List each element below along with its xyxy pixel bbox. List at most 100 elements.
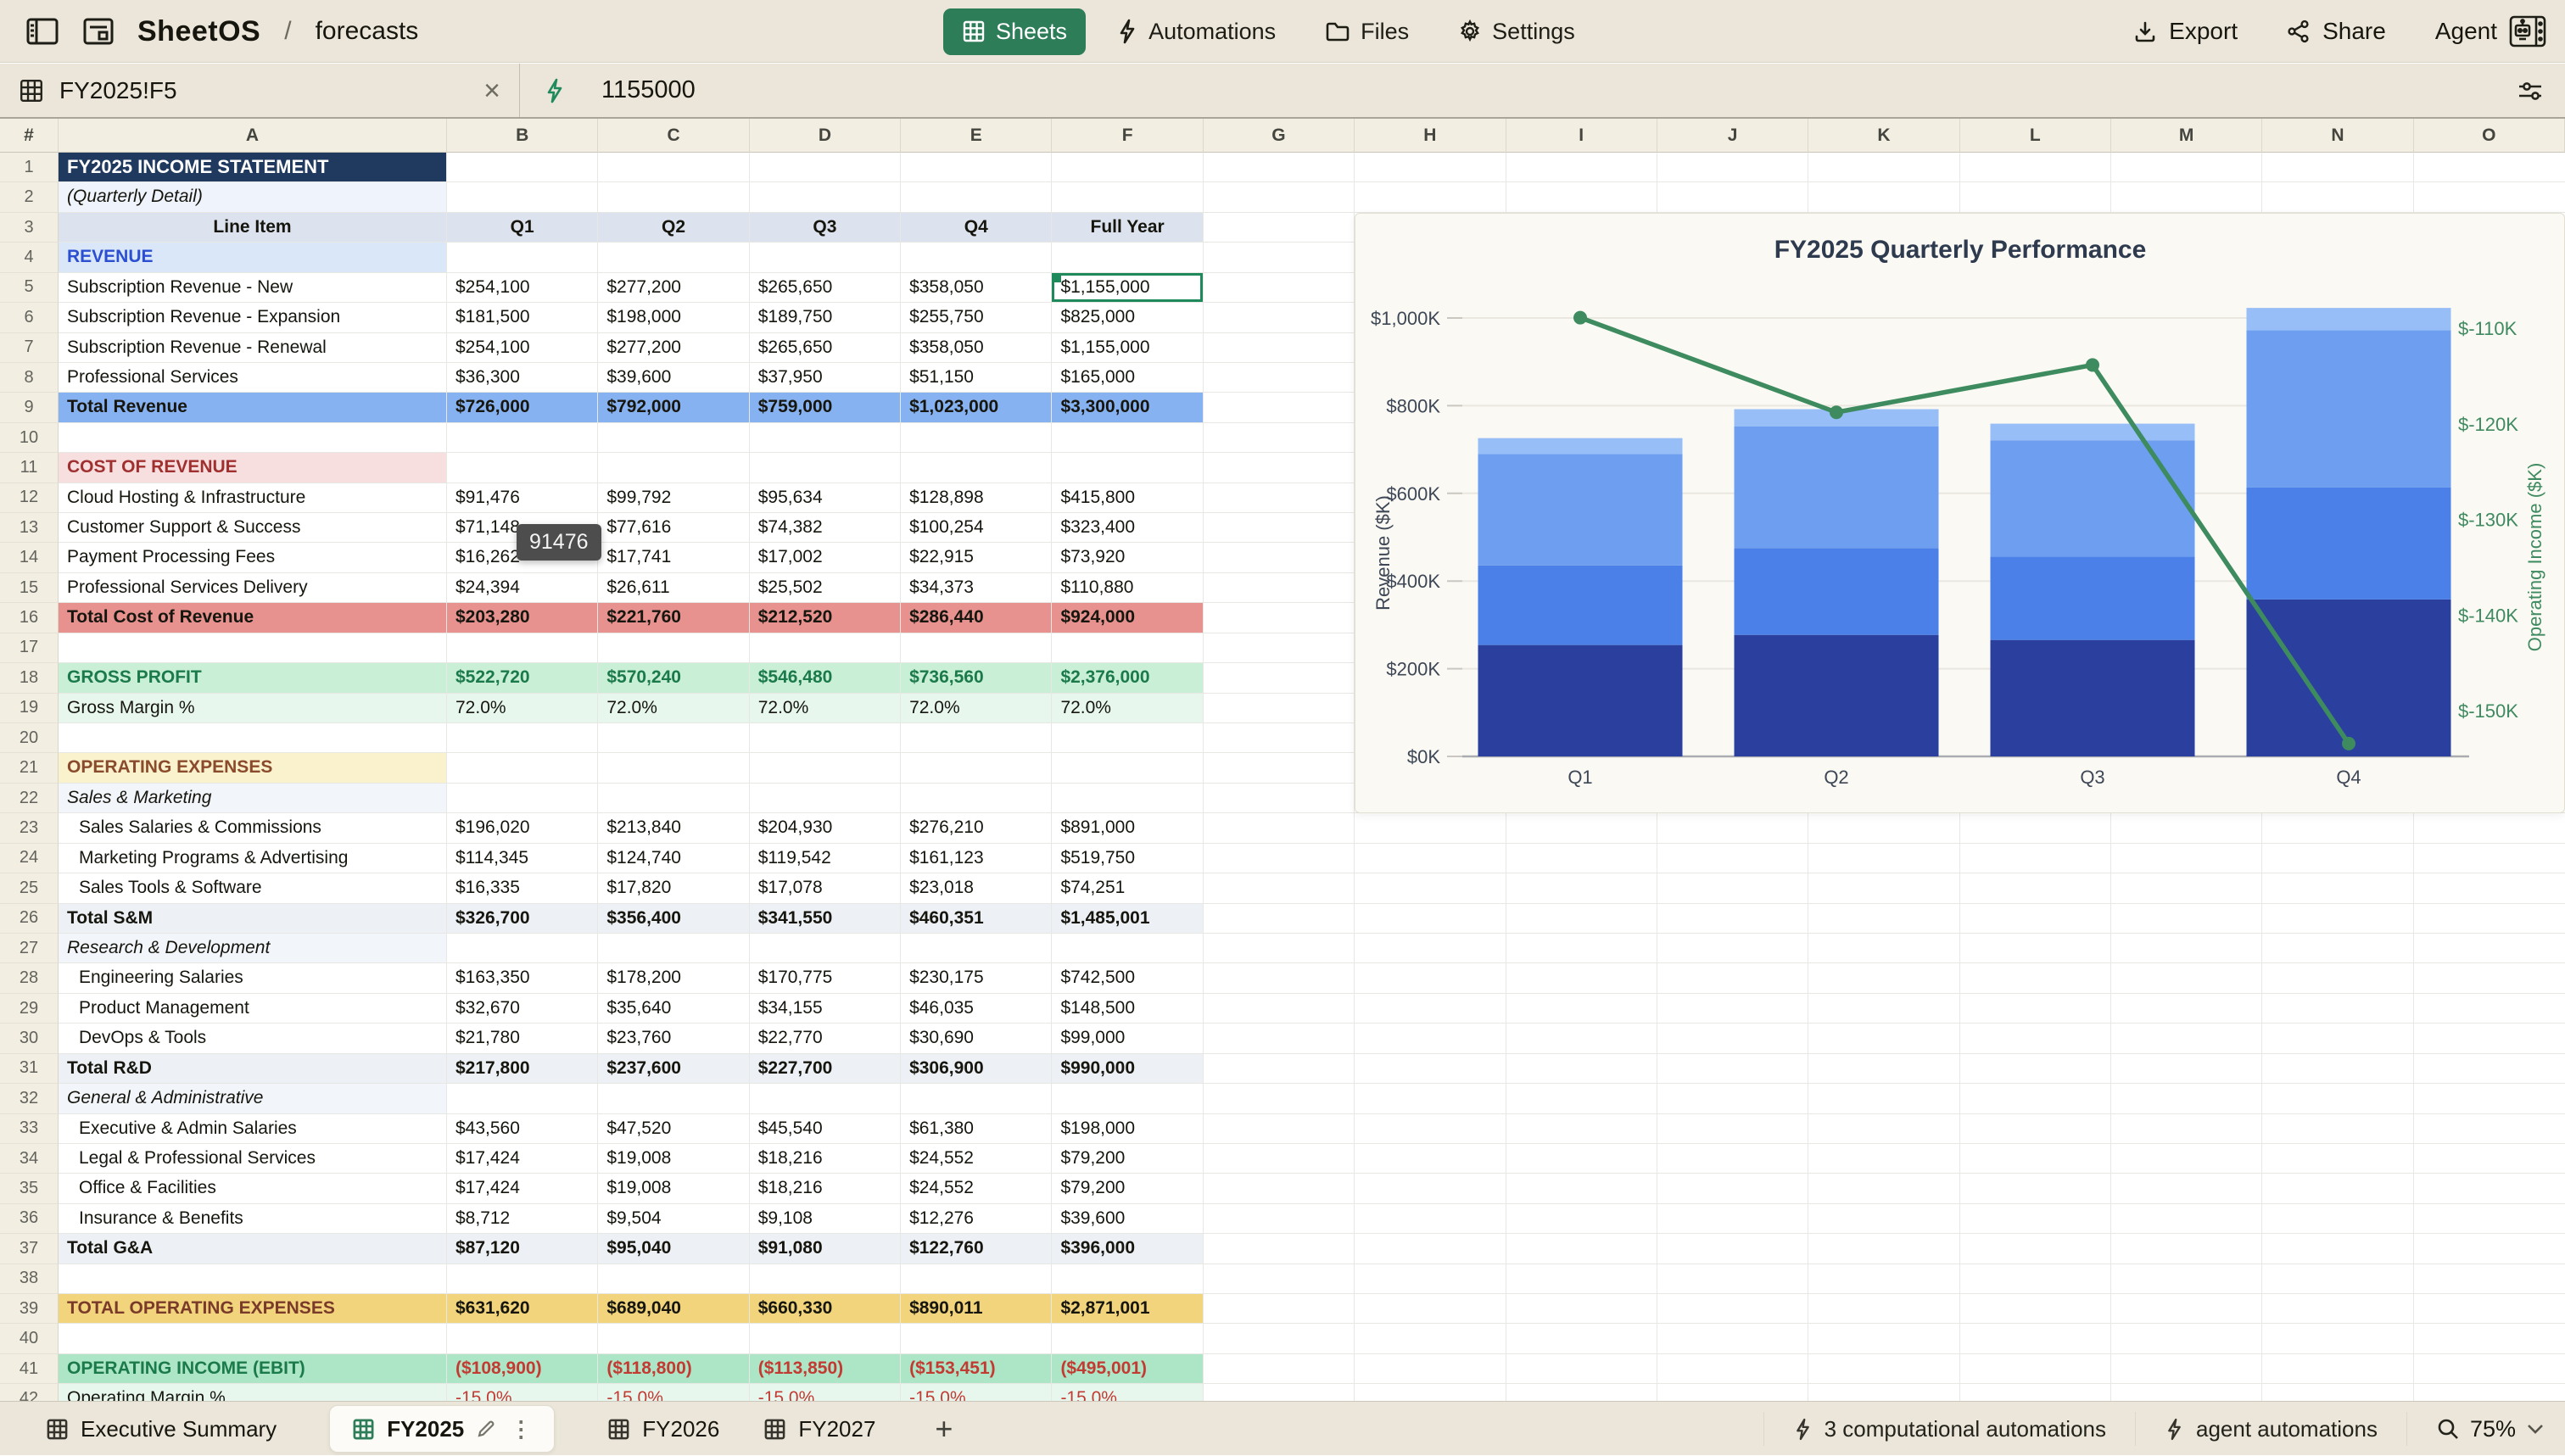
cell-L30[interactable] bbox=[1960, 1024, 2111, 1053]
cell-K26[interactable] bbox=[1808, 904, 1959, 934]
cell-N34[interactable] bbox=[2262, 1144, 2413, 1174]
cell-H41[interactable] bbox=[1355, 1354, 1506, 1384]
cell-E5[interactable]: $358,050 bbox=[901, 273, 1052, 303]
row-number-16[interactable]: 16 bbox=[0, 603, 59, 633]
cell-E25[interactable]: $23,018 bbox=[901, 873, 1052, 903]
cell-A41[interactable]: OPERATING INCOME (EBIT) bbox=[59, 1354, 447, 1384]
cell-I28[interactable] bbox=[1506, 963, 1657, 993]
cell-B24[interactable]: $114,345 bbox=[447, 844, 598, 873]
cell-D7[interactable]: $265,650 bbox=[750, 333, 901, 363]
cell-J33[interactable] bbox=[1657, 1114, 1808, 1144]
cell-G26[interactable] bbox=[1204, 904, 1355, 934]
cell-E20[interactable] bbox=[901, 723, 1052, 753]
cell-C6[interactable]: $198,000 bbox=[598, 303, 749, 332]
cell-F31[interactable]: $990,000 bbox=[1052, 1054, 1203, 1084]
cell-B22[interactable] bbox=[447, 784, 598, 813]
row-number-31[interactable]: 31 bbox=[0, 1054, 59, 1084]
cell-G21[interactable] bbox=[1204, 753, 1355, 783]
cell-B16[interactable]: $203,280 bbox=[447, 603, 598, 633]
cell-A39[interactable]: TOTAL OPERATING EXPENSES bbox=[59, 1294, 447, 1324]
cell-D2[interactable] bbox=[750, 182, 901, 212]
cell-O38[interactable] bbox=[2414, 1264, 2565, 1294]
cell-I35[interactable] bbox=[1506, 1174, 1657, 1203]
cell-D27[interactable] bbox=[750, 934, 901, 963]
cell-E32[interactable] bbox=[901, 1084, 1052, 1113]
cell-A36[interactable]: Insurance & Benefits bbox=[59, 1204, 447, 1234]
cell-M32[interactable] bbox=[2111, 1084, 2262, 1113]
cell-N32[interactable] bbox=[2262, 1084, 2413, 1113]
cell-H34[interactable] bbox=[1355, 1144, 1506, 1174]
cell-E22[interactable] bbox=[901, 784, 1052, 813]
cell-F40[interactable] bbox=[1052, 1324, 1203, 1353]
cell-H40[interactable] bbox=[1355, 1324, 1506, 1353]
cell-K1[interactable] bbox=[1808, 153, 1959, 182]
cell-B34[interactable]: $17,424 bbox=[447, 1144, 598, 1174]
cell-L31[interactable] bbox=[1960, 1054, 2111, 1084]
cell-O33[interactable] bbox=[2414, 1114, 2565, 1144]
cell-A18[interactable]: GROSS PROFIT bbox=[59, 663, 447, 693]
cell-H30[interactable] bbox=[1355, 1024, 1506, 1053]
cell-K25[interactable] bbox=[1808, 873, 1959, 903]
cell-G41[interactable] bbox=[1204, 1354, 1355, 1384]
cell-M38[interactable] bbox=[2111, 1264, 2262, 1294]
cell-E30[interactable]: $30,690 bbox=[901, 1024, 1052, 1053]
cell-D10[interactable] bbox=[750, 423, 901, 453]
cell-J35[interactable] bbox=[1657, 1174, 1808, 1203]
cell-C3[interactable]: Q2 bbox=[598, 213, 749, 243]
cell-A24[interactable]: Marketing Programs & Advertising bbox=[59, 844, 447, 873]
column-header-G[interactable]: G bbox=[1204, 119, 1355, 153]
computational-automations-button[interactable]: 3 computational automations bbox=[1763, 1412, 2135, 1446]
cell-I39[interactable] bbox=[1506, 1294, 1657, 1324]
row-number-29[interactable]: 29 bbox=[0, 994, 59, 1024]
cell-A3[interactable]: Line Item bbox=[59, 213, 447, 243]
cell-K35[interactable] bbox=[1808, 1174, 1959, 1203]
cell-O26[interactable] bbox=[2414, 904, 2565, 934]
cell-A10[interactable] bbox=[59, 423, 447, 453]
cell-B33[interactable]: $43,560 bbox=[447, 1114, 598, 1144]
row-number-25[interactable]: 25 bbox=[0, 873, 59, 903]
cell-G23[interactable] bbox=[1204, 813, 1355, 843]
cell-A28[interactable]: Engineering Salaries bbox=[59, 963, 447, 993]
row-number-39[interactable]: 39 bbox=[0, 1294, 59, 1324]
cell-G1[interactable] bbox=[1204, 153, 1355, 182]
cell-H38[interactable] bbox=[1355, 1264, 1506, 1294]
row-number-38[interactable]: 38 bbox=[0, 1264, 59, 1294]
cell-N37[interactable] bbox=[2262, 1234, 2413, 1264]
cell-D1[interactable] bbox=[750, 153, 901, 182]
row-number-34[interactable]: 34 bbox=[0, 1144, 59, 1174]
column-header-N[interactable]: N bbox=[2262, 119, 2413, 153]
cell-F5[interactable]: $1,155,000 bbox=[1052, 273, 1203, 303]
cell-N31[interactable] bbox=[2262, 1054, 2413, 1084]
cell-H42[interactable] bbox=[1355, 1384, 1506, 1401]
cell-D16[interactable]: $212,520 bbox=[750, 603, 901, 633]
row-number-19[interactable]: 19 bbox=[0, 694, 59, 723]
cell-J42[interactable] bbox=[1657, 1384, 1808, 1401]
cell-G7[interactable] bbox=[1204, 333, 1355, 363]
row-number-20[interactable]: 20 bbox=[0, 723, 59, 753]
row-number-5[interactable]: 5 bbox=[0, 273, 59, 303]
cell-F15[interactable]: $110,880 bbox=[1052, 573, 1203, 603]
cell-K24[interactable] bbox=[1808, 844, 1959, 873]
cell-L34[interactable] bbox=[1960, 1144, 2111, 1174]
cell-B10[interactable] bbox=[447, 423, 598, 453]
cell-C16[interactable]: $221,760 bbox=[598, 603, 749, 633]
cell-C36[interactable]: $9,504 bbox=[598, 1204, 749, 1234]
cell-E21[interactable] bbox=[901, 753, 1052, 783]
cell-L35[interactable] bbox=[1960, 1174, 2111, 1203]
cell-E24[interactable]: $161,123 bbox=[901, 844, 1052, 873]
row-number-32[interactable]: 32 bbox=[0, 1084, 59, 1113]
cell-A11[interactable]: COST OF REVENUE bbox=[59, 453, 447, 483]
cell-C1[interactable] bbox=[598, 153, 749, 182]
close-icon[interactable]: × bbox=[483, 76, 500, 105]
cell-A12[interactable]: Cloud Hosting & Infrastructure bbox=[59, 483, 447, 513]
cell-A8[interactable]: Professional Services bbox=[59, 363, 447, 393]
cell-G27[interactable] bbox=[1204, 934, 1355, 963]
cell-O2[interactable] bbox=[2414, 182, 2565, 212]
formula-input[interactable]: 1155000 bbox=[601, 76, 696, 104]
row-number-4[interactable]: 4 bbox=[0, 243, 59, 272]
cell-C30[interactable]: $23,760 bbox=[598, 1024, 749, 1053]
cell-F32[interactable] bbox=[1052, 1084, 1203, 1113]
cell-F37[interactable]: $396,000 bbox=[1052, 1234, 1203, 1264]
cell-G36[interactable] bbox=[1204, 1204, 1355, 1234]
cell-F4[interactable] bbox=[1052, 243, 1203, 272]
